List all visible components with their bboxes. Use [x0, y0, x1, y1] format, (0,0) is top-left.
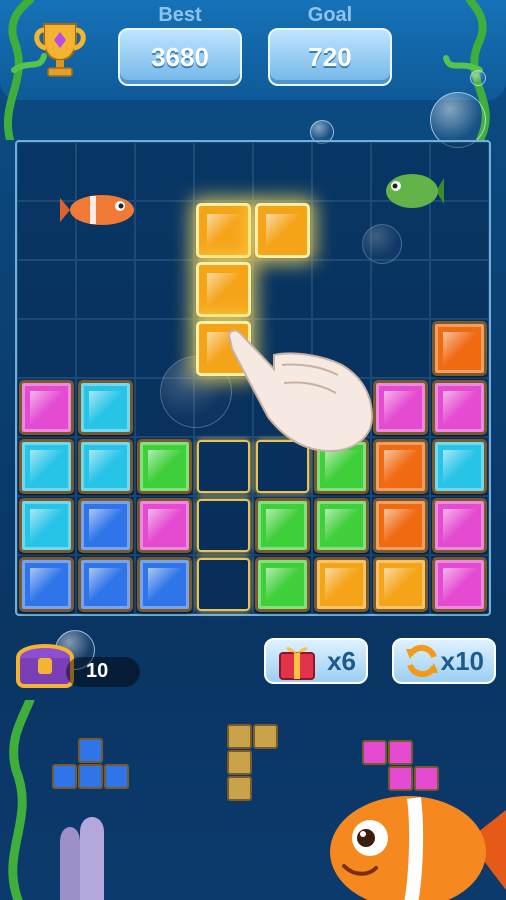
tray-block	[78, 764, 103, 789]
gem-block-orange[interactable]	[196, 203, 251, 258]
board-cell[interactable]	[76, 260, 135, 319]
tray-block	[104, 764, 129, 789]
fish-icon	[60, 195, 134, 225]
board-cell[interactable]	[17, 319, 76, 378]
board-cell[interactable]	[312, 142, 371, 201]
chest-count: 10	[86, 660, 109, 682]
tray-block	[227, 776, 252, 801]
board-cell[interactable]	[135, 260, 194, 319]
refresh-booster-button[interactable]: x10	[392, 638, 496, 684]
board-cell[interactable]	[312, 260, 371, 319]
gem-block-cyan	[19, 498, 74, 553]
tray-block	[388, 740, 413, 765]
refresh-count: x10	[440, 645, 484, 676]
tray-block	[362, 740, 387, 765]
ghost-target-cell	[197, 499, 250, 552]
best-score-box: 3680	[118, 28, 242, 86]
tray-block	[78, 738, 103, 763]
seaweed-top-left	[3, 0, 47, 140]
bomb-count: x6	[327, 645, 356, 676]
gem-block-cyan	[432, 439, 487, 494]
gem-block-orange	[373, 557, 428, 612]
gem-block-blue	[137, 557, 192, 612]
gem-block-green	[255, 498, 310, 553]
coral-icon	[60, 817, 104, 900]
board-cell[interactable]	[253, 142, 312, 201]
gem-block-orange	[314, 557, 369, 612]
tray-block	[227, 724, 252, 749]
gem-block-orange[interactable]	[255, 203, 310, 258]
board-cell[interactable]	[135, 378, 194, 437]
hand-pointer-icon	[228, 329, 374, 453]
board-cell[interactable]	[76, 319, 135, 378]
board-cell[interactable]	[135, 201, 194, 260]
board-cell[interactable]	[253, 260, 312, 319]
best-label: Best	[158, 4, 202, 26]
bubble	[470, 70, 486, 86]
refresh-icon	[406, 644, 438, 678]
board-cell[interactable]	[194, 142, 253, 201]
gem-block-green	[137, 439, 192, 494]
clownfish-mascot	[330, 796, 506, 900]
board-cell[interactable]	[135, 319, 194, 378]
gem-block-blue	[19, 557, 74, 612]
gem-block-blue	[78, 557, 133, 612]
gem-block-pink	[432, 380, 487, 435]
tray-block	[253, 724, 278, 749]
bomb-booster-button[interactable]: x6	[264, 638, 368, 684]
gem-block-cyan	[78, 380, 133, 435]
treasure-chest-icon[interactable]	[14, 636, 76, 690]
gift-bomb-icon	[279, 647, 315, 680]
gem-block-pink	[432, 498, 487, 553]
ghost-target-cell	[197, 558, 250, 611]
gem-block-green	[255, 557, 310, 612]
gem-block-cyan	[19, 439, 74, 494]
green-fish-icon	[386, 174, 444, 208]
gem-block-pink	[137, 498, 192, 553]
gem-block-red	[373, 498, 428, 553]
goal-label: Goal	[307, 4, 353, 26]
goal-score-box: 720	[268, 28, 392, 86]
tray-block	[227, 750, 252, 775]
gem-block-pink	[432, 557, 487, 612]
gem-block-cyan	[78, 439, 133, 494]
board-cell[interactable]	[312, 201, 371, 260]
board-cell[interactable]	[430, 260, 489, 319]
board-cell[interactable]	[135, 142, 194, 201]
gem-block-pink	[19, 380, 74, 435]
gem-block-orange[interactable]	[196, 262, 251, 317]
gem-block-red	[432, 321, 487, 376]
board-cell[interactable]	[371, 260, 430, 319]
gem-block-green	[314, 498, 369, 553]
gem-block-blue	[78, 498, 133, 553]
board-cell[interactable]	[17, 260, 76, 319]
